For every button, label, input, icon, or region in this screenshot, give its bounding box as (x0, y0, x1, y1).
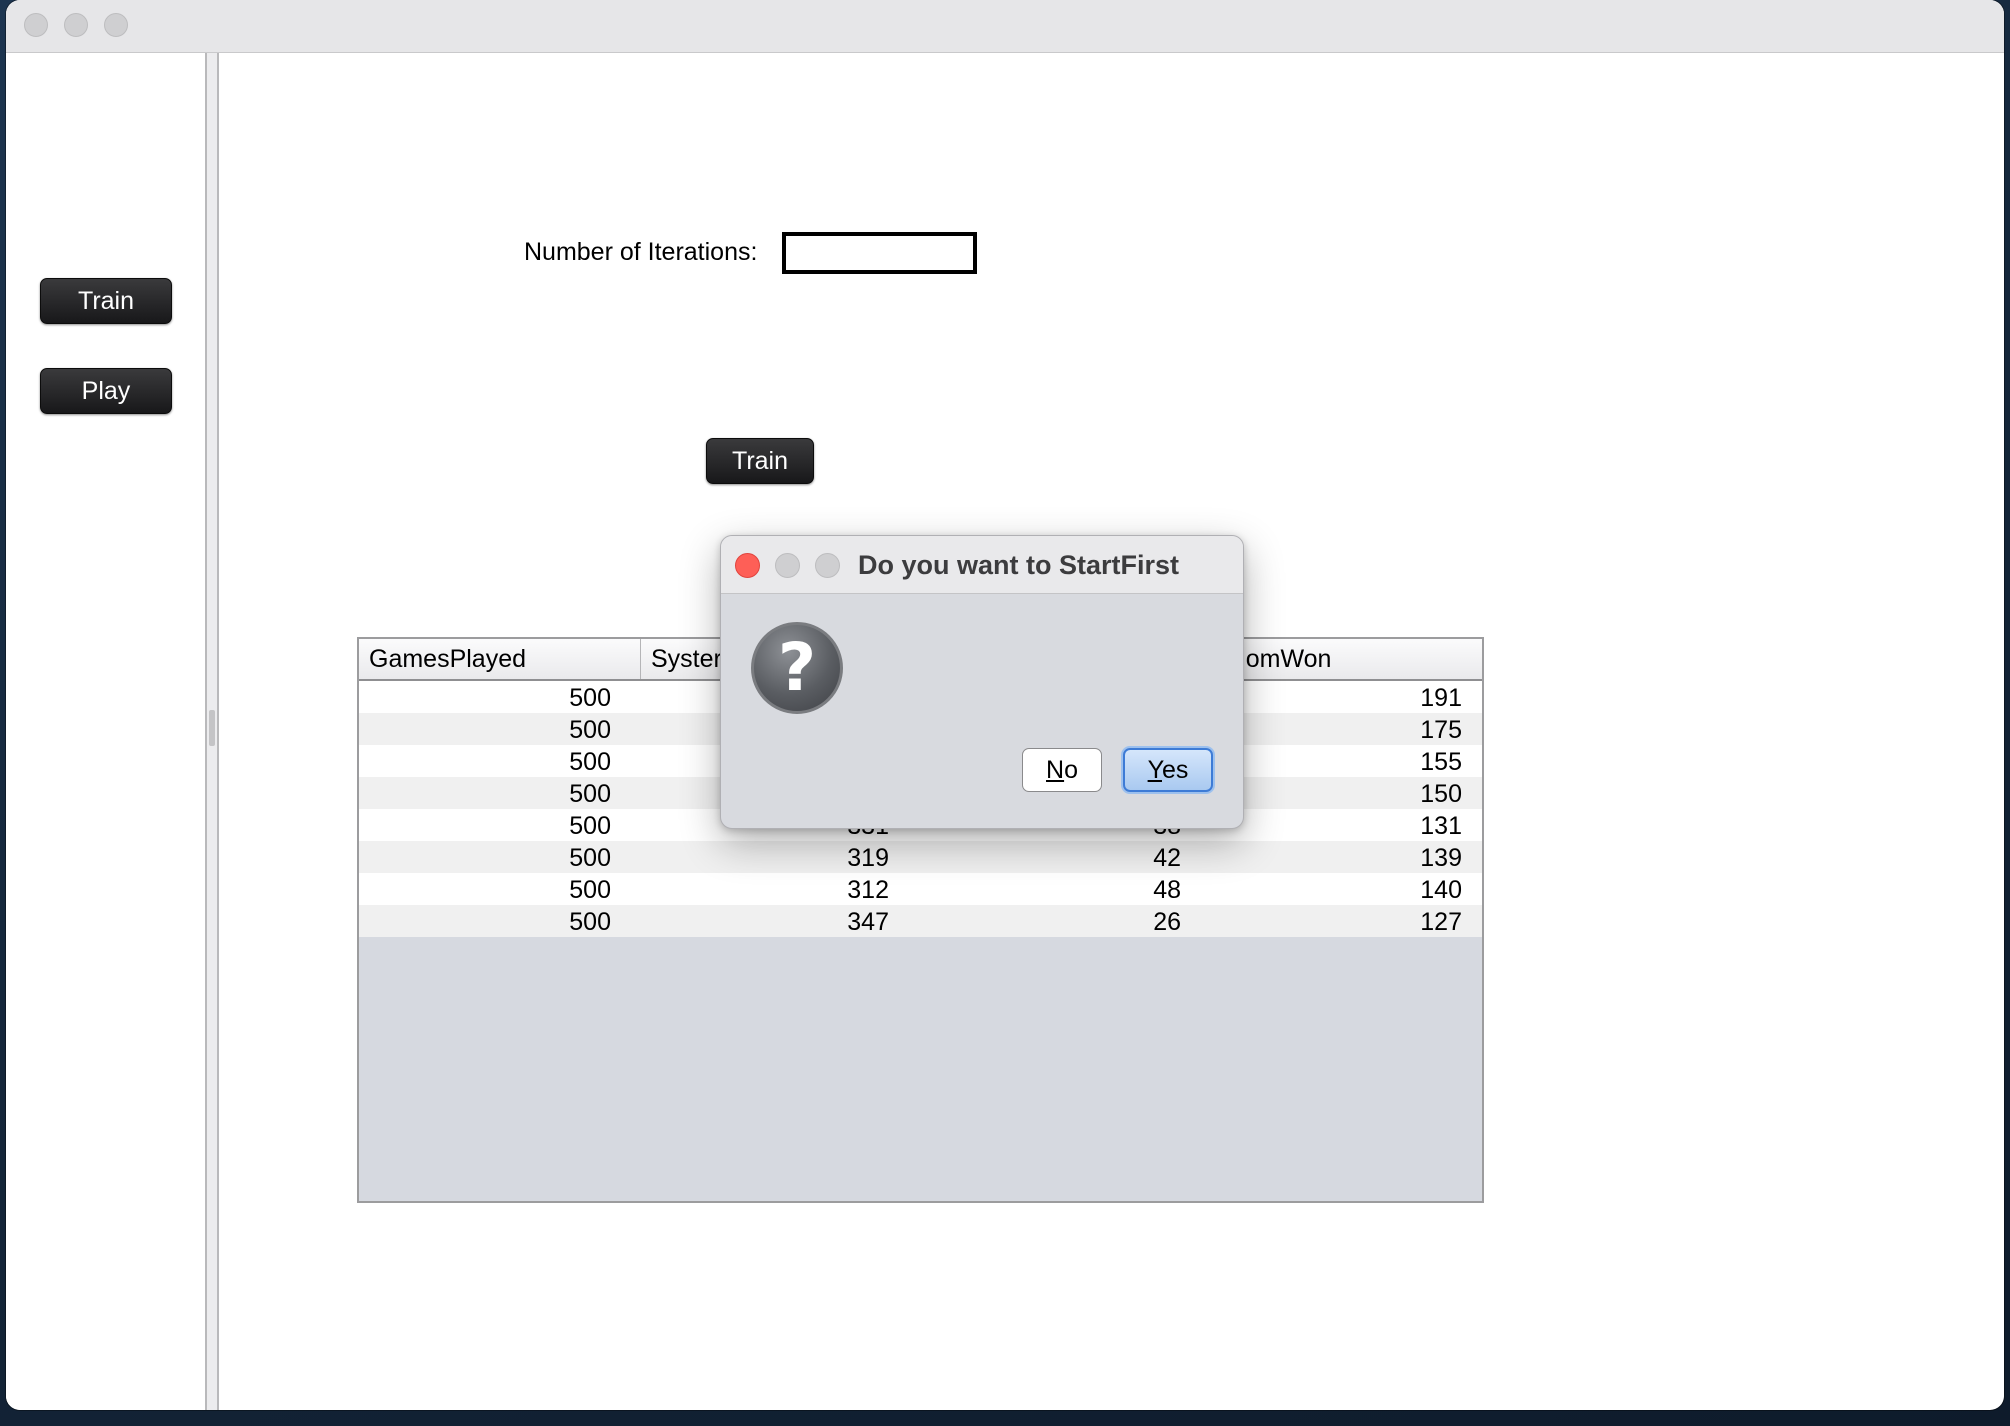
dialog-close-button[interactable] (735, 553, 760, 578)
table-cell: 139 (1420, 844, 1462, 872)
minimize-window-button[interactable] (64, 13, 88, 37)
table-cell: 48 (1153, 876, 1181, 904)
table-row[interactable]: 500 312 48 140 (359, 873, 1482, 905)
divider-grip[interactable] (209, 710, 215, 746)
table-cell: 500 (569, 812, 611, 840)
table-cell: 312 (847, 876, 889, 904)
column-header-randomwon[interactable]: andomWon (1203, 639, 1482, 679)
table-cell: 140 (1420, 876, 1462, 904)
dialog-minimize-button (775, 553, 800, 578)
no-label-rest: o (1064, 755, 1078, 784)
yes-label-rest: es (1161, 755, 1189, 784)
dialog-titlebar: Do you want to StartFirst (721, 536, 1243, 594)
split-pane-divider[interactable] (205, 53, 219, 1410)
no-mnemonic: N (1046, 755, 1065, 784)
yes-mnemonic: Y (1147, 755, 1162, 784)
window-titlebar (6, 0, 2004, 53)
sidebar-play-button[interactable]: Play (40, 368, 172, 414)
start-first-dialog: Do you want to StartFirst ? No Yes (720, 535, 1244, 829)
table-cell: 319 (847, 844, 889, 872)
table-cell: 500 (569, 716, 611, 744)
column-header-gamesplayed[interactable]: GamesPlayed (359, 639, 641, 679)
table-cell: 500 (569, 844, 611, 872)
app-window: Train Play Number of Iterations: Train G… (6, 0, 2004, 1410)
table-cell: 127 (1420, 908, 1462, 936)
table-cell: 42 (1153, 844, 1181, 872)
table-row[interactable]: 500 319 42 139 (359, 841, 1482, 873)
table-cell: 500 (569, 684, 611, 712)
sidebar: Train Play (6, 53, 205, 1410)
iterations-label: Number of Iterations: (524, 238, 758, 266)
no-button[interactable]: No (1022, 748, 1102, 792)
question-icon: ? (751, 622, 843, 714)
zoom-window-button[interactable] (104, 13, 128, 37)
table-row[interactable]: 500 347 26 127 (359, 905, 1482, 937)
table-cell: 500 (569, 780, 611, 808)
close-window-button[interactable] (24, 13, 48, 37)
table-cell: 26 (1153, 908, 1181, 936)
sidebar-train-button[interactable]: Train (40, 278, 172, 324)
iterations-input[interactable] (782, 232, 977, 274)
yes-button[interactable]: Yes (1123, 748, 1213, 792)
table-cell: 347 (847, 908, 889, 936)
table-cell: 500 (569, 876, 611, 904)
train-button[interactable]: Train (706, 438, 814, 484)
dialog-zoom-button (815, 553, 840, 578)
dialog-title: Do you want to StartFirst (858, 550, 1180, 580)
table-cell: 500 (569, 748, 611, 776)
table-cell: 500 (569, 908, 611, 936)
